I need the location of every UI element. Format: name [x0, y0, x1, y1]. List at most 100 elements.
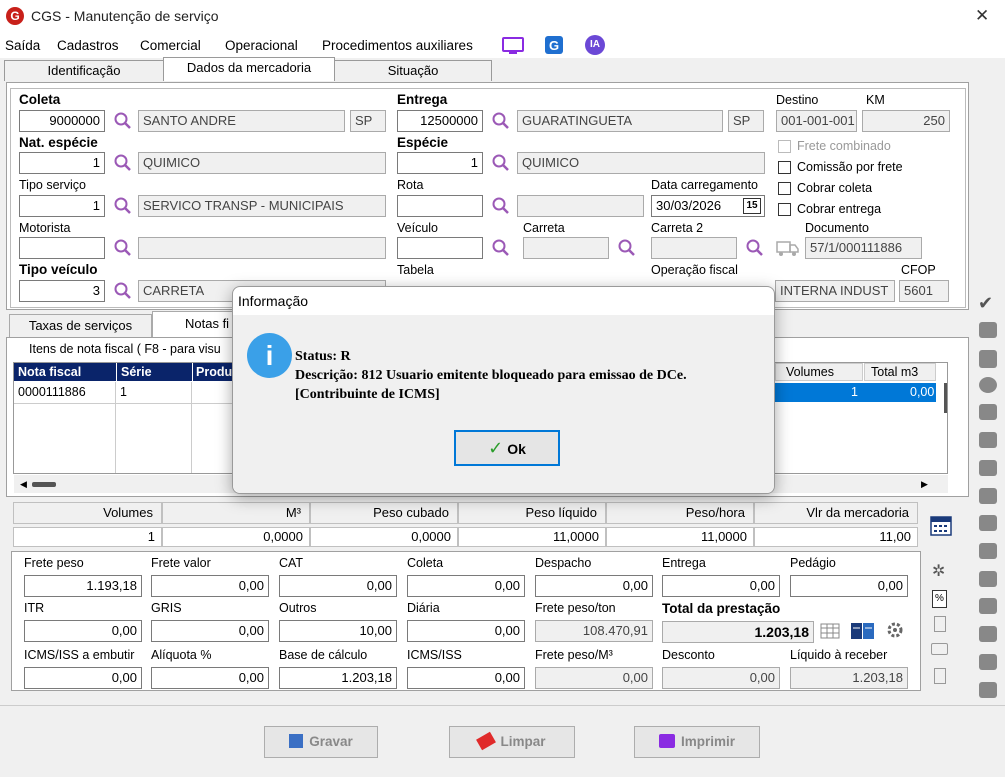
eraser-icon[interactable]	[979, 404, 997, 420]
menu-operacional[interactable]: Operacional	[225, 38, 298, 53]
hand-icon[interactable]	[979, 488, 997, 504]
selected-row[interactable]: 1 0,00	[775, 383, 936, 402]
cube-icon[interactable]	[979, 515, 997, 531]
carreta-input[interactable]	[523, 237, 609, 259]
entrega-code-input[interactable]: 12500000	[397, 110, 483, 132]
ok-button[interactable]: ✓ Ok	[454, 430, 560, 466]
calendar-icon[interactable]: 15	[743, 198, 761, 214]
search-icon[interactable]	[745, 238, 765, 258]
book-open-icon[interactable]	[979, 626, 997, 642]
circle-icon[interactable]	[979, 377, 997, 393]
vertical-scrollbar[interactable]	[944, 383, 947, 413]
tab-situacao[interactable]: Situação	[334, 60, 492, 81]
arrow-doc-icon[interactable]	[979, 432, 997, 448]
imprimir-button[interactable]: Imprimir	[634, 726, 760, 758]
tab-dados-mercadoria[interactable]: Dados da mercadoria	[163, 57, 335, 81]
search-icon[interactable]	[617, 238, 637, 258]
copy-icon[interactable]	[979, 460, 997, 476]
network-icon[interactable]	[979, 654, 997, 670]
freight-input[interactable]: 1.203,18	[279, 667, 397, 689]
search-icon[interactable]	[113, 153, 133, 173]
phone-icon[interactable]	[934, 616, 946, 632]
calculator-icon[interactable]	[930, 516, 952, 536]
scroll-left-icon[interactable]: ◀	[20, 479, 27, 490]
limpar-button[interactable]: Limpar	[449, 726, 575, 758]
report-icon[interactable]	[979, 571, 997, 587]
menu-comercial[interactable]: Comercial	[140, 38, 201, 53]
scroll-thumb[interactable]	[32, 482, 56, 487]
freight-input[interactable]: 0,00	[407, 667, 525, 689]
search-icon[interactable]	[491, 153, 511, 173]
freight-input[interactable]: 10,00	[279, 620, 397, 642]
freight-input[interactable]: 0,00	[24, 667, 142, 689]
truck-icon[interactable]	[776, 238, 800, 258]
app-g-icon[interactable]: G	[544, 35, 564, 55]
scroll-right-icon[interactable]: ▶	[921, 479, 928, 490]
especie-input[interactable]: 1	[397, 152, 483, 174]
coleta-code-input[interactable]: 9000000	[19, 110, 105, 132]
search-icon[interactable]	[113, 196, 133, 216]
freight-input[interactable]: 0,00	[279, 575, 397, 597]
col-produto[interactable]: Produ	[192, 363, 233, 381]
tipo-veiculo-input[interactable]: 3	[19, 280, 105, 302]
ciot-icon[interactable]	[979, 350, 997, 368]
col-volumes[interactable]: Volumes	[775, 363, 863, 381]
table-icon[interactable]	[820, 623, 840, 639]
freight-input[interactable]: 0,00	[535, 575, 653, 597]
tab-identificacao[interactable]: Identificação	[4, 60, 164, 81]
book-icon[interactable]	[850, 621, 876, 641]
freight-input[interactable]: 0,00	[24, 620, 142, 642]
percent-doc-icon[interactable]: %	[932, 590, 947, 608]
col-serie[interactable]: Série	[116, 363, 192, 381]
gear-icon[interactable]	[884, 619, 906, 641]
gravar-button[interactable]: Gravar	[264, 726, 378, 758]
bug-icon[interactable]: ✲	[932, 561, 945, 581]
freight-input[interactable]: 0,00	[407, 575, 525, 597]
tab-taxas-servicos[interactable]: Taxas de serviços	[9, 314, 152, 338]
comment-icon[interactable]	[931, 643, 948, 655]
monitor-icon[interactable]	[502, 36, 524, 56]
globe-icon[interactable]	[979, 682, 997, 698]
search-icon[interactable]	[113, 238, 133, 258]
veiculo-input[interactable]	[397, 237, 483, 259]
search-icon[interactable]	[491, 111, 511, 131]
rota-input[interactable]	[397, 195, 483, 217]
table-row[interactable]: 0000111886 1	[14, 382, 233, 404]
menu-cadastros[interactable]: Cadastros	[57, 38, 119, 53]
menu-saida[interactable]: Saída	[5, 38, 40, 53]
cobrar-coleta-checkbox[interactable]	[778, 182, 791, 195]
freight-input[interactable]: 0,00	[151, 667, 269, 689]
search-icon[interactable]	[113, 111, 133, 131]
motorista-input[interactable]	[19, 237, 105, 259]
entrega-city-field: GUARATINGUETA	[517, 110, 723, 132]
cobrar-entrega-checkbox[interactable]	[778, 203, 791, 216]
cfop-label: CFOP	[901, 263, 936, 277]
search-icon[interactable]	[491, 196, 511, 216]
freight-input[interactable]: 0,00	[407, 620, 525, 642]
tool-icon[interactable]	[979, 322, 997, 338]
freight-input[interactable]: 0,00	[790, 575, 908, 597]
pencil-icon[interactable]	[979, 598, 997, 614]
freight-input[interactable]: 0,00	[662, 575, 780, 597]
comissao-checkbox[interactable]	[778, 161, 791, 174]
frete-combinado-checkbox[interactable]	[778, 140, 791, 153]
search-icon[interactable]	[113, 281, 133, 301]
nat-especie-input[interactable]: 1	[19, 152, 105, 174]
ia-icon[interactable]: IA	[585, 35, 605, 55]
freight-input[interactable]: 0,00	[151, 620, 269, 642]
freight-input[interactable]: 1.193,18	[24, 575, 142, 597]
freight-label: Líquido à receber	[790, 648, 888, 662]
freight-label: ITR	[24, 601, 45, 615]
settings-icon[interactable]	[979, 543, 997, 559]
col-nota-fiscal[interactable]: Nota fiscal	[14, 363, 116, 381]
check-icon[interactable]: ✔	[978, 293, 993, 314]
col-total-m3[interactable]: Total m3	[864, 363, 936, 381]
carreta2-input[interactable]	[651, 237, 737, 259]
search-icon[interactable]	[491, 238, 511, 258]
eraser-icon	[476, 731, 497, 751]
tipo-servico-input[interactable]: 1	[19, 195, 105, 217]
close-icon[interactable]: ✕	[975, 6, 989, 26]
freight-input[interactable]: 0,00	[151, 575, 269, 597]
device-icon[interactable]	[934, 668, 946, 684]
menu-procedimentos[interactable]: Procedimentos auxiliares	[322, 38, 473, 53]
